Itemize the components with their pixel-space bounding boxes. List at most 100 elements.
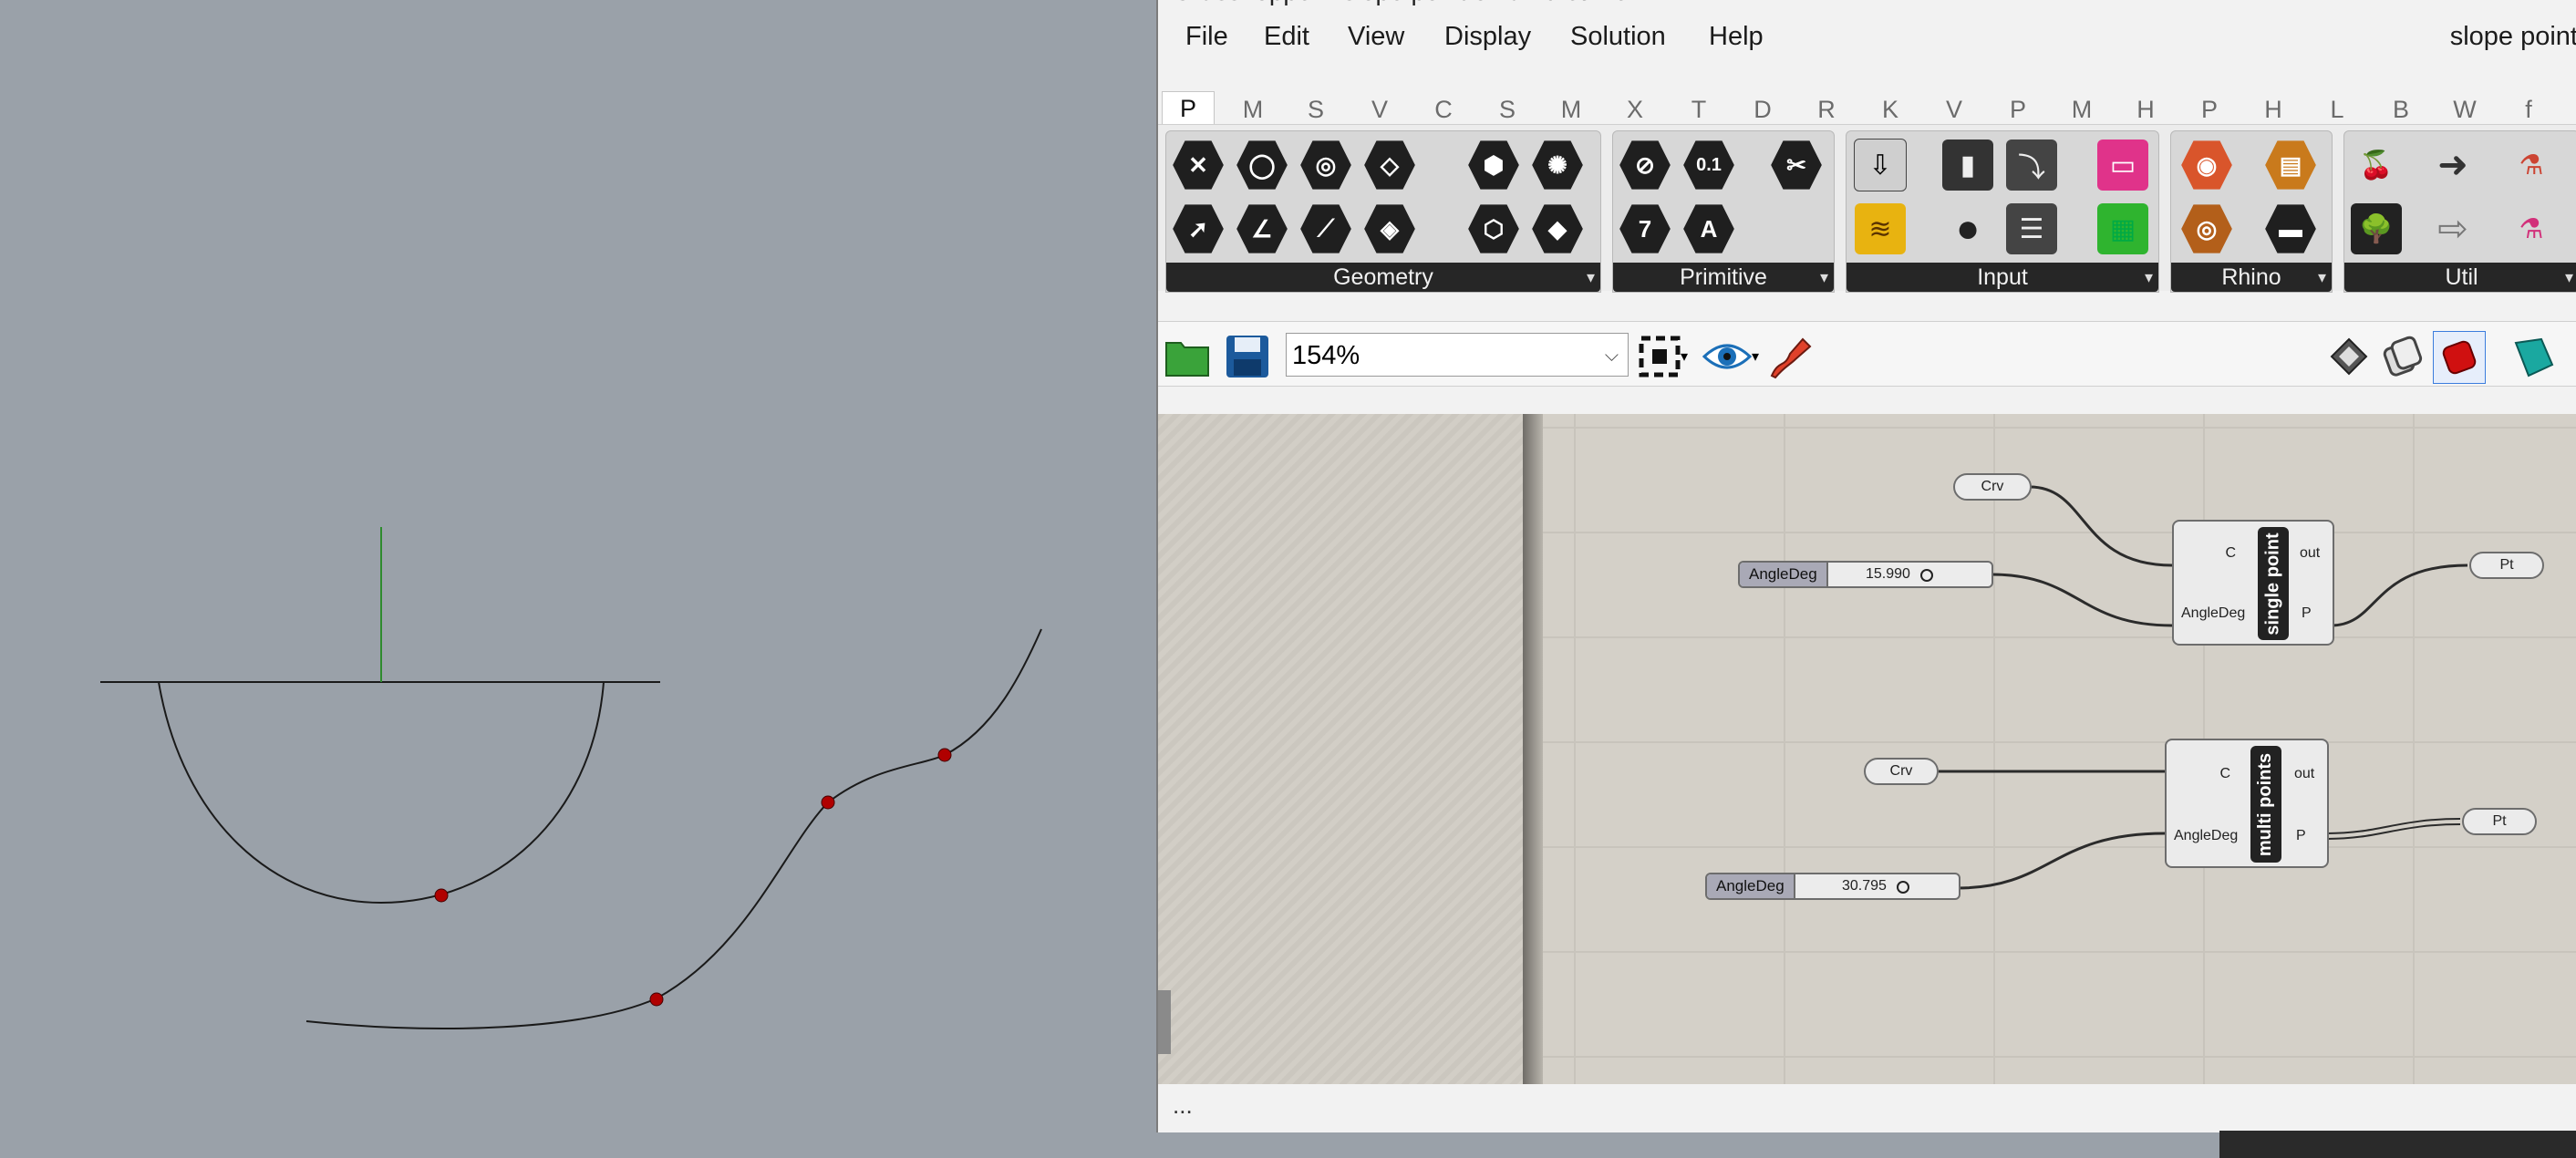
single-point-component[interactable]: C AngleDeg single point out P: [2172, 520, 2334, 646]
cross-icon[interactable]: ✕: [1172, 139, 1225, 191]
slope-point: [821, 795, 835, 810]
slider-grip[interactable]: [1897, 881, 1909, 894]
teal-shape-icon[interactable]: [2508, 331, 2559, 382]
vector-icon[interactable]: ➚: [1172, 202, 1225, 255]
tab-intersect[interactable]: X: [1617, 93, 1653, 126]
tab-vector[interactable]: V: [1361, 93, 1398, 126]
cherry-icon[interactable]: 🍒: [2350, 139, 2403, 191]
open-folder-icon[interactable]: [1162, 331, 1213, 382]
panel-geometry-label[interactable]: Geometry ▾: [1166, 263, 1600, 292]
preview-shaded-icon[interactable]: [2376, 331, 2427, 382]
pt-param-single[interactable]: Pt: [2469, 552, 2544, 579]
tab-surface[interactable]: S: [1489, 93, 1526, 126]
menu-file[interactable]: File: [1185, 11, 1228, 62]
number-icon[interactable]: 0.1: [1682, 139, 1735, 191]
graph-mapper-icon[interactable]: ⤵: [2005, 139, 2058, 191]
text-icon[interactable]: A: [1682, 202, 1735, 255]
tab-rhino[interactable]: R: [1808, 93, 1845, 126]
tab-h2[interactable]: H: [2255, 93, 2292, 126]
viewport-geometry: [100, 527, 1042, 1029]
panel-download-icon[interactable]: ⇩: [1854, 139, 1907, 191]
multi-points-component[interactable]: C AngleDeg multi points out P: [2165, 739, 2329, 868]
circle-icon[interactable]: ◯: [1236, 139, 1288, 191]
menu-help[interactable]: Help: [1709, 11, 1764, 62]
tab-h[interactable]: H: [2127, 93, 2164, 126]
flask-icon[interactable]: ⚗: [2505, 139, 2558, 191]
save-icon[interactable]: [1222, 331, 1273, 382]
rhino-viewport[interactable]: [0, 0, 1156, 1158]
button-icon[interactable]: ●: [1941, 202, 1994, 255]
menu-view[interactable]: View: [1348, 11, 1404, 62]
output-p: P: [2296, 828, 2306, 843]
tab-v[interactable]: V: [1936, 93, 1972, 126]
text-dot-icon[interactable]: ▬: [2264, 202, 2317, 255]
tab-transform[interactable]: T: [1681, 93, 1717, 126]
sketch-pen-icon[interactable]: [1765, 331, 1816, 382]
tab-maths[interactable]: M: [1235, 93, 1271, 126]
pt-param-multi[interactable]: Pt: [2462, 808, 2537, 835]
path-icon[interactable]: ✂: [1770, 139, 1823, 191]
menu-display[interactable]: Display: [1444, 11, 1531, 62]
caret-down-icon[interactable]: ▾: [1745, 331, 1765, 382]
wire: [2326, 823, 2461, 840]
potion-icon[interactable]: ⚗: [2505, 202, 2558, 255]
canvas-toolbar: 154% ⌵ ▾ ▾: [1158, 321, 2576, 387]
circular-arc-icon[interactable]: ◎: [1299, 139, 1352, 191]
value-list-icon[interactable]: ☰: [2005, 202, 2058, 255]
preview-wire-icon[interactable]: [2323, 331, 2374, 382]
status-bar: ...: [1158, 1087, 2576, 1131]
crv-param-single[interactable]: Crv: [1953, 473, 2032, 501]
colour-swatch-icon[interactable]: ▭: [2096, 139, 2149, 191]
plane-icon[interactable]: ◈: [1363, 202, 1416, 255]
panel-rhino-label[interactable]: Rhino ▾: [2171, 263, 2332, 292]
menu-solution[interactable]: Solution: [1570, 11, 1666, 62]
arrow-outline-icon[interactable]: ⇨: [2426, 202, 2479, 255]
hatch-icon[interactable]: ▤: [2264, 139, 2317, 191]
tab-params[interactable]: P: [1162, 91, 1215, 127]
tab-b[interactable]: B: [2383, 93, 2419, 126]
spiral-icon[interactable]: ◎: [2180, 202, 2233, 255]
surface-icon[interactable]: ⬡: [1467, 202, 1520, 255]
preview-selected-icon[interactable]: [2433, 331, 2486, 384]
tab-f[interactable]: f: [2510, 93, 2547, 126]
toggle-icon[interactable]: ▮: [1941, 139, 1994, 191]
zoom-select[interactable]: 154% ⌵: [1286, 333, 1629, 377]
panel-input-label[interactable]: Input ▾: [1847, 263, 2158, 292]
s-curve: [305, 628, 1042, 1029]
brep-icon[interactable]: ✺: [1531, 139, 1584, 191]
tab-p2[interactable]: P: [2191, 93, 2228, 126]
tab-display[interactable]: D: [1744, 93, 1781, 126]
mesh-icon[interactable]: ◆: [1531, 202, 1584, 255]
crv-param-multi[interactable]: Crv: [1864, 758, 1939, 785]
layer-icon[interactable]: ◉: [2180, 139, 2233, 191]
curve-icon[interactable]: ∠: [1236, 202, 1288, 255]
tab-kangaroo[interactable]: K: [1872, 93, 1909, 126]
panel-input: ⇩ ▮ ⤵ ▭ ≋ ● ☰ ▦ Input ▾: [1846, 130, 2159, 293]
tab-mesh[interactable]: M: [1553, 93, 1589, 126]
menu-edit[interactable]: Edit: [1264, 11, 1309, 62]
grasshopper-canvas[interactable]: Crv AngleDeg 15.990 C AngleDeg single po…: [1158, 414, 2576, 1084]
angle-slider-multi[interactable]: AngleDeg 30.795: [1705, 873, 1960, 900]
slider-grip[interactable]: [1920, 569, 1933, 582]
caret-down-icon[interactable]: ▾: [1674, 331, 1694, 382]
tab-sets[interactable]: S: [1298, 93, 1334, 126]
boolean-icon[interactable]: ⊘: [1619, 139, 1671, 191]
panel-primitive-label[interactable]: Primitive ▾: [1613, 263, 1834, 292]
gradient-icon[interactable]: ≋: [1854, 202, 1907, 255]
arrow-right-icon[interactable]: ➜: [2426, 139, 2479, 191]
tab-l[interactable]: L: [2319, 93, 2355, 126]
line-icon[interactable]: ⟋: [1299, 202, 1352, 255]
arc-curve: [158, 681, 605, 905]
tree-icon[interactable]: 🌳: [2350, 202, 2403, 255]
panel-util-label[interactable]: Util ▾: [2344, 263, 2576, 292]
rectangle-icon[interactable]: ◇: [1363, 139, 1416, 191]
tab-w[interactable]: W: [2447, 93, 2483, 126]
tab-p[interactable]: P: [2000, 93, 2036, 126]
tab-curve[interactable]: C: [1425, 93, 1462, 126]
box-icon[interactable]: ⬢: [1467, 139, 1520, 191]
integer-icon[interactable]: 7: [1619, 202, 1671, 255]
image-sampler-icon[interactable]: ▦: [2096, 202, 2149, 255]
slider-label: AngleDeg: [1740, 563, 1828, 586]
angle-slider-single[interactable]: AngleDeg 15.990: [1738, 561, 1993, 588]
tab-m[interactable]: M: [2064, 93, 2100, 126]
